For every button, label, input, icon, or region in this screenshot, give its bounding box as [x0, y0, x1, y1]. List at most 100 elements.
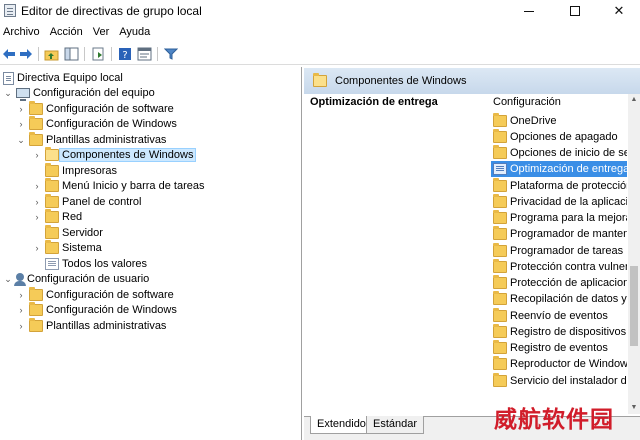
- chevron-right-icon[interactable]: ›: [16, 305, 26, 315]
- tree-item-configuracion-de-windows[interactable]: › Configuración de Windows: [16, 116, 177, 132]
- chevron-right-icon[interactable]: ›: [16, 104, 26, 114]
- tree-item-red[interactable]: › Red: [32, 209, 82, 225]
- menu-accion[interactable]: Acción: [46, 23, 89, 42]
- list-item-label: Reenvío de eventos: [510, 310, 608, 322]
- list-item[interactable]: Recopilación de datos y v: [491, 291, 627, 307]
- tree-item-componentes-de-windows[interactable]: › Componentes de Windows: [32, 147, 197, 163]
- tree-item-label: Componentes de Windows: [59, 148, 197, 162]
- column-header-configuracion[interactable]: Configuración: [493, 96, 561, 108]
- folder-icon: [29, 116, 43, 130]
- folder-icon: [45, 178, 59, 192]
- maximize-icon: [570, 6, 580, 16]
- menu-archivo[interactable]: Archivo: [0, 23, 46, 42]
- up-folder-icon[interactable]: [43, 46, 59, 62]
- list-item-label: Opciones de inicio de sesi: [510, 147, 627, 159]
- list-item[interactable]: Opciones de apagado: [491, 129, 627, 145]
- list-item-label: Protección contra vulnera: [510, 261, 627, 273]
- tree-item-configuracion-de-software[interactable]: › Configuración de software: [16, 101, 174, 117]
- list-item[interactable]: OneDrive: [491, 113, 627, 129]
- scroll-up-icon[interactable]: ▲: [628, 94, 640, 106]
- list-item[interactable]: Programador de tareas: [491, 243, 627, 259]
- toolbar: ?: [0, 43, 640, 65]
- list-item-selected[interactable]: Optimización de entrega: [491, 161, 627, 177]
- tree-item-impresoras[interactable]: Impresoras: [45, 163, 117, 179]
- close-icon: ✕: [613, 3, 625, 18]
- list-item[interactable]: Privacidad de la aplicación: [491, 194, 627, 210]
- chevron-right-icon[interactable]: ›: [32, 181, 42, 191]
- list-item-label: Programador de mantenir: [510, 228, 627, 240]
- folder-icon: [493, 373, 507, 387]
- menu-ver[interactable]: Ver: [89, 23, 116, 42]
- list-item[interactable]: Programa para la mejora c: [491, 210, 627, 226]
- tree-item-directiva-equipo-local[interactable]: Directiva Equipo local: [3, 70, 123, 86]
- minimize-button[interactable]: [506, 0, 552, 22]
- close-button[interactable]: ✕: [598, 0, 640, 22]
- tree-item-label: Configuración del equipo: [33, 87, 155, 99]
- folder-icon: [29, 132, 43, 146]
- vertical-scrollbar[interactable]: ▲ ▼: [628, 94, 640, 414]
- chevron-right-icon[interactable]: ›: [32, 197, 42, 207]
- tree-item-usuario-configuracion-de-windows[interactable]: › Configuración de Windows: [16, 302, 177, 318]
- chevron-right-icon[interactable]: ›: [32, 243, 42, 253]
- help-icon[interactable]: ?: [117, 46, 133, 62]
- folder-icon: [493, 113, 507, 127]
- list-item[interactable]: Programador de mantenir: [491, 226, 627, 242]
- scroll-down-icon[interactable]: ▼: [628, 402, 640, 414]
- list-item-label: Registro de dispositivos: [510, 326, 627, 338]
- tab-estandar[interactable]: Estándar: [366, 416, 425, 434]
- users-icon: [14, 273, 26, 286]
- filter-icon[interactable]: [163, 46, 179, 62]
- tree-item-label: Sistema: [62, 242, 102, 254]
- chevron-right-icon[interactable]: ›: [32, 150, 42, 160]
- list-item-label: Reproductor de Windows: [510, 358, 627, 370]
- back-icon[interactable]: [1, 46, 17, 62]
- list-item[interactable]: Plataforma de protección: [491, 178, 627, 194]
- chevron-down-icon[interactable]: ⌄: [3, 88, 13, 99]
- title-bar: Editor de directivas de grupo local ✕: [0, 0, 640, 22]
- folder-icon: [493, 210, 507, 224]
- list-item[interactable]: Registro de dispositivos: [491, 324, 627, 340]
- list-item[interactable]: Opciones de inicio de sesi: [491, 145, 627, 161]
- list-item[interactable]: Registro de eventos: [491, 340, 627, 356]
- folder-icon: [493, 308, 507, 322]
- folder-icon: [493, 259, 507, 273]
- tab-extendido[interactable]: Extendido: [310, 416, 373, 434]
- tree-item-configuracion-de-usuario[interactable]: ⌄ Configuración de usuario: [3, 271, 149, 287]
- list-item[interactable]: Reproductor de Windows: [491, 356, 627, 372]
- list-item[interactable]: Servicio del instalador de A: [491, 373, 627, 389]
- chevron-down-icon[interactable]: ⌄: [3, 274, 13, 285]
- maximize-button[interactable]: [552, 0, 598, 22]
- list-item[interactable]: Reenvío de eventos: [491, 308, 627, 324]
- tree-item-usuario-configuracion-de-software[interactable]: › Configuración de software: [16, 287, 174, 303]
- tree-item-panel-de-control[interactable]: › Panel de control: [32, 194, 142, 210]
- properties-icon[interactable]: [136, 46, 152, 62]
- chevron-right-icon[interactable]: ›: [16, 290, 26, 300]
- tree-item-menu-inicio[interactable]: › Menú Inicio y barra de tareas: [32, 178, 204, 194]
- tree-item-servidor[interactable]: Servidor: [45, 225, 103, 241]
- list-item-label: Recopilación de datos y v: [510, 293, 627, 305]
- list-item-label: Privacidad de la aplicación: [510, 196, 627, 208]
- export-icon[interactable]: [90, 46, 106, 62]
- tree-item-label: Directiva Equipo local: [17, 72, 123, 84]
- folder-icon: [493, 324, 507, 338]
- chevron-right-icon[interactable]: ›: [32, 212, 42, 222]
- list-item[interactable]: Protección contra vulnera: [491, 259, 627, 275]
- folder-icon: [45, 194, 59, 208]
- chevron-right-icon[interactable]: ›: [16, 321, 26, 331]
- tree-item-label: Configuración de software: [46, 103, 174, 115]
- show-hide-tree-icon[interactable]: [63, 46, 79, 62]
- scrollbar-thumb[interactable]: [630, 266, 638, 346]
- tree-item-todos-los-valores[interactable]: Todos los valores: [45, 256, 147, 272]
- list-item-label: Opciones de apagado: [510, 131, 618, 143]
- tree-item-sistema[interactable]: › Sistema: [32, 240, 102, 256]
- list-item[interactable]: Protección de aplicacione: [491, 275, 627, 291]
- menu-ayuda[interactable]: Ayuda: [115, 23, 156, 42]
- forward-icon[interactable]: [18, 46, 34, 62]
- tree-item-configuracion-del-equipo[interactable]: ⌄ Configuración del equipo: [3, 85, 155, 101]
- tree-item-plantillas-administrativas[interactable]: ⌄ Plantillas administrativas: [16, 132, 166, 148]
- tree-item-usuario-plantillas-administrativas[interactable]: › Plantillas administrativas: [16, 318, 166, 334]
- chevron-right-icon[interactable]: ›: [16, 119, 26, 129]
- chevron-down-icon[interactable]: ⌄: [16, 135, 26, 146]
- tree-item-label: Plantillas administrativas: [46, 134, 167, 146]
- list-item-label: Programador de tareas: [510, 245, 624, 257]
